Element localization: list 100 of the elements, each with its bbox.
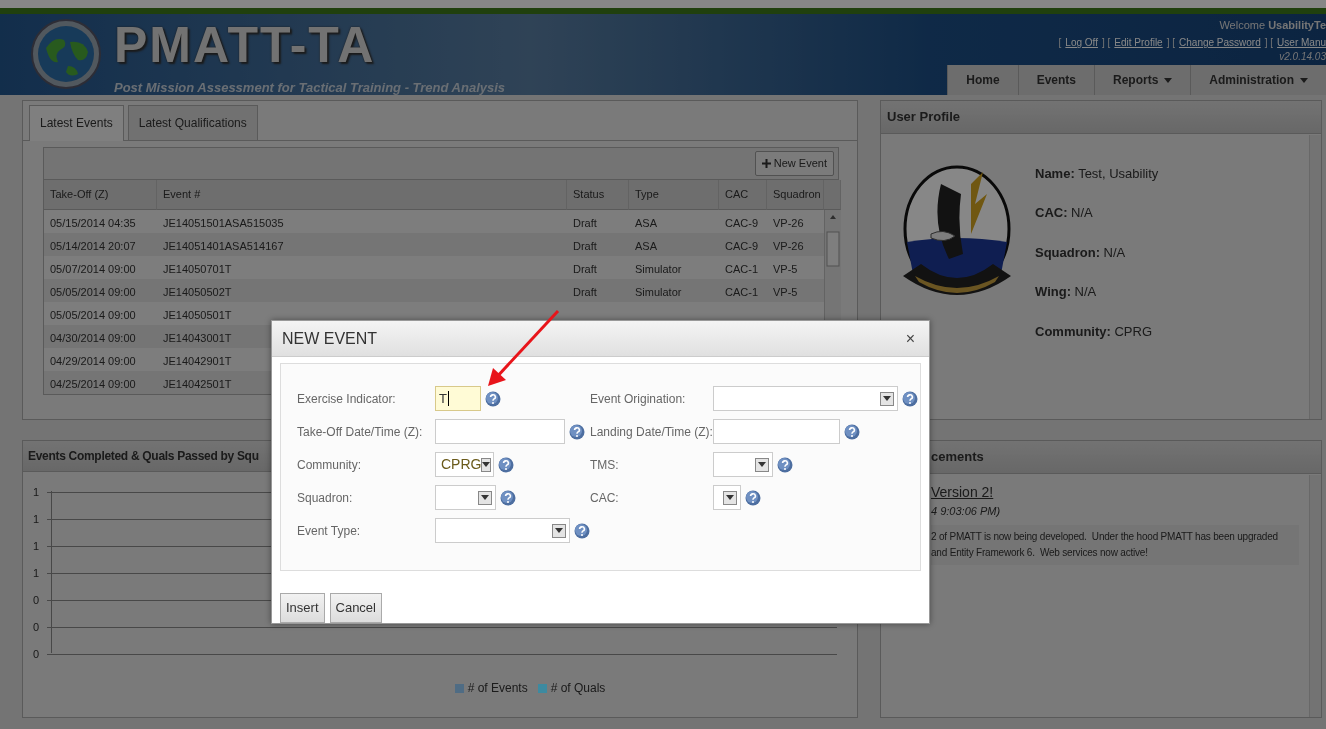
nav-tab[interactable]: Administration	[1190, 65, 1326, 95]
table-cell: ASA	[629, 232, 719, 256]
announcement-date: 4 9:03:06 PM)	[931, 503, 1002, 519]
table-cell-text: 05/05/2014 09:00	[49, 307, 137, 323]
help-icon[interactable]	[485, 390, 501, 407]
input-field[interactable]	[435, 419, 565, 444]
header-link[interactable]: Edit Profile	[1114, 36, 1163, 50]
field-label: CAC:	[590, 489, 620, 507]
field-label: Community:	[297, 456, 362, 474]
field-label: Event Origination:	[590, 390, 687, 408]
help-icon[interactable]	[745, 489, 761, 506]
dialog-button[interactable]: Cancel	[329, 593, 382, 623]
field-label: Squadron:	[297, 489, 354, 507]
new-event-button[interactable]: New Event	[754, 151, 834, 176]
bracket-text: ] [	[1102, 36, 1111, 50]
table-cell-text: Simulator	[634, 261, 683, 277]
profile-field: Name: Test, Usability	[1035, 163, 1159, 183]
profile-field: Squadron: N/A	[1035, 242, 1159, 262]
table-cell-text: 05/15/2014 04:35	[49, 215, 137, 231]
table-cell: CAC-1	[719, 278, 767, 302]
column-header[interactable]: Squadron	[767, 180, 824, 210]
table-cell: Draft	[567, 278, 629, 302]
plus-icon	[761, 159, 771, 168]
dropdown-field[interactable]: CPRG	[435, 452, 494, 477]
table-cell: 04/25/2014 09:00	[44, 370, 157, 394]
close-button[interactable]: ×	[901, 326, 919, 351]
profile-field: Community: CPRG	[1035, 321, 1159, 341]
app-title: PMATT-TA	[114, 20, 377, 70]
caret-icon	[481, 495, 489, 500]
table-cell: 05/14/2014 20:07	[44, 232, 157, 256]
header-link[interactable]: Log Off	[1065, 36, 1098, 50]
table-cell-text: JE14051501ASA515035	[162, 215, 285, 231]
announcement-text: and Entity Framework 6. Web services now active!	[931, 546, 1148, 560]
scrollbar[interactable]	[1309, 135, 1321, 419]
field-label: TMS:	[590, 456, 620, 474]
caret-icon	[883, 396, 891, 401]
panel-title: User Profile	[881, 101, 1321, 134]
caret-icon	[482, 462, 491, 467]
help-icon[interactable]	[902, 390, 918, 407]
welcome-text: Welcome UsabilityTe	[1219, 18, 1326, 32]
nav-tab[interactable]: Home	[947, 65, 1018, 95]
globe-logo-icon	[30, 18, 102, 90]
dialog-button[interactable]: Insert	[280, 593, 325, 623]
tab[interactable]: Latest Qualifications	[127, 105, 258, 140]
dropdown-field[interactable]	[435, 485, 496, 510]
field-label: Event Type:	[297, 522, 362, 540]
announcement-link[interactable]: Version 2!	[931, 481, 994, 503]
table-cell: CAC-9	[719, 232, 767, 256]
table-cell-text: Draft	[572, 261, 598, 277]
profile-field: CAC: N/A	[1035, 203, 1159, 223]
nav-tab[interactable]: Reports	[1094, 65, 1191, 95]
table-cell: JE14051401ASA514167	[157, 232, 567, 256]
help-icon[interactable]	[500, 489, 516, 506]
table-cell: VP-5	[767, 278, 824, 302]
axis-label: 0	[33, 647, 41, 662]
help-icon[interactable]	[569, 423, 585, 440]
table-cell: Draft	[567, 232, 629, 256]
caret-icon	[758, 462, 766, 467]
dropdown-field[interactable]	[713, 386, 898, 411]
table-cell-text: VP-5	[772, 261, 799, 277]
scrollbar[interactable]	[1309, 475, 1321, 717]
field-label: Take-Off Date/Time (Z):	[297, 423, 424, 441]
legend-label: # of Events	[467, 680, 528, 697]
help-icon[interactable]	[777, 456, 793, 473]
table-cell-text: Draft	[572, 215, 598, 231]
bracket-text: ] [	[1264, 36, 1274, 50]
column-header[interactable]: Take-Off (Z)	[44, 180, 157, 210]
help-icon[interactable]	[498, 456, 514, 473]
dropdown-field[interactable]	[713, 452, 773, 477]
table-cell: JE14050502T	[157, 278, 567, 302]
table-cell-text: 04/29/2014 09:00	[49, 353, 137, 369]
help-icon[interactable]	[844, 423, 860, 440]
column-header[interactable]: Status	[567, 180, 629, 210]
table-cell-text: JE14050501T	[162, 307, 233, 323]
axis-label: 0	[33, 593, 41, 608]
axis-label: 0	[33, 620, 41, 635]
input-field[interactable]	[713, 419, 840, 444]
bracket-text: [	[1058, 36, 1062, 50]
table-cell-text: CAC-9	[724, 215, 759, 231]
dropdown-field[interactable]	[713, 485, 741, 510]
tab[interactable]: Latest Events	[29, 105, 124, 141]
caret-icon	[555, 528, 563, 533]
table-cell: Simulator	[629, 278, 719, 302]
axis-label: 1	[33, 512, 41, 527]
table-cell-text: JE14042901T	[162, 353, 233, 369]
version-text: v2.0.14.03	[1279, 50, 1326, 64]
field-label: Landing Date/Time (Z):	[590, 423, 713, 441]
nav-tab[interactable]: Events	[1017, 65, 1094, 95]
table-cell: VP-26	[767, 232, 824, 256]
header-link[interactable]: Change Password	[1179, 36, 1261, 50]
table-cell-text: 05/07/2014 09:00	[49, 261, 137, 277]
column-header[interactable]: CAC	[719, 180, 767, 210]
announcement-text: 2 of PMATT is now being developed. Under the hood PMATT has been upgraded	[931, 530, 1278, 544]
column-header[interactable]: Type	[629, 180, 719, 210]
bracket-text: ] [	[1166, 36, 1176, 50]
column-header[interactable]: Event #	[157, 180, 567, 210]
input-field[interactable]: T	[435, 386, 481, 411]
dropdown-field[interactable]	[435, 518, 570, 543]
header-link[interactable]: User Manu	[1277, 36, 1326, 50]
help-icon[interactable]	[574, 522, 590, 539]
